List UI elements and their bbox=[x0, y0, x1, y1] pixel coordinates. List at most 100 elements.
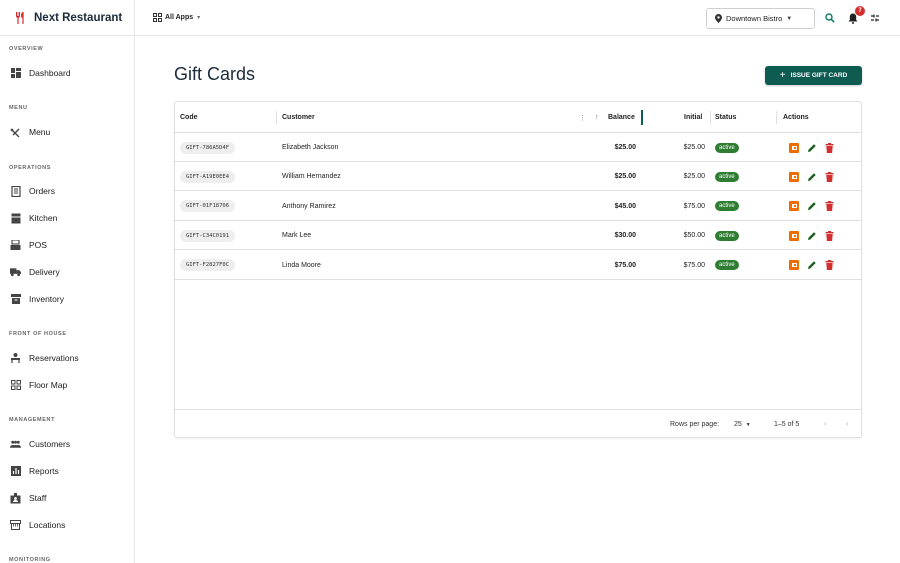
pos-icon bbox=[10, 240, 21, 251]
redeem-card-icon bbox=[788, 230, 799, 241]
actions-cell bbox=[788, 192, 835, 221]
search-button[interactable] bbox=[823, 11, 837, 25]
sidebar-item-locations[interactable]: Locations bbox=[0, 515, 134, 535]
caret-down-icon: ▼ bbox=[786, 15, 793, 22]
edit-button[interactable] bbox=[806, 260, 817, 271]
code-cell: GIFT-F2827F0C bbox=[180, 251, 236, 280]
gift-code-chip: GIFT-C34C0191 bbox=[180, 229, 236, 242]
status-cell: active bbox=[715, 162, 739, 191]
sidebar-item-reports[interactable]: Reports bbox=[0, 461, 134, 481]
sidebar-item-pos[interactable]: POS bbox=[0, 235, 134, 255]
table-row[interactable]: GIFT-C34C0191 Mark Lee $30.00 $50.00 active bbox=[175, 221, 861, 251]
column-separator[interactable] bbox=[710, 111, 711, 124]
section-monitoring: MONITORING bbox=[9, 557, 51, 563]
sidebar-item-label: Locations bbox=[29, 520, 66, 530]
table-row[interactable]: GIFT-01F18706 Anthony Ramirez $45.00 $75.00… bbox=[175, 192, 861, 221]
column-separator[interactable] bbox=[776, 111, 777, 124]
sidebar-item-label: Menu bbox=[29, 127, 51, 137]
dashboard-icon bbox=[10, 68, 21, 79]
sidebar-item-orders[interactable]: Orders bbox=[0, 181, 134, 201]
fork-knife-icon bbox=[14, 11, 28, 25]
status-cell: active bbox=[715, 221, 739, 250]
customer-cell: William Hernandez bbox=[282, 173, 341, 181]
gift-code-chip: GIFT-A19E0EE4 bbox=[180, 170, 236, 183]
issue-gift-card-label: ISSUE GIFT CARD bbox=[790, 72, 848, 79]
initial-cell: $50.00 bbox=[683, 232, 705, 240]
sidebar-item-reservations[interactable]: Reservations bbox=[0, 348, 134, 368]
reservation-icon bbox=[10, 353, 21, 364]
sidebar-item-label: Orders bbox=[29, 186, 55, 196]
trash-icon bbox=[825, 260, 834, 271]
column-menu-icon[interactable]: ⋮ bbox=[579, 102, 586, 133]
sidebar-item-label: Reservations bbox=[29, 353, 79, 363]
brand[interactable]: Next Restaurant bbox=[0, 0, 134, 36]
truck-icon bbox=[10, 267, 21, 278]
pencil-icon bbox=[807, 201, 817, 211]
column-header-customer[interactable]: Customer bbox=[282, 102, 315, 133]
column-header-initial[interactable]: Initial bbox=[684, 102, 702, 133]
notifications-button[interactable]: 7 bbox=[846, 6, 865, 25]
edit-button[interactable] bbox=[806, 171, 817, 182]
location-select[interactable]: Downtown Bistro ▼ bbox=[706, 8, 815, 29]
redeem-card-icon bbox=[788, 171, 799, 182]
delete-button[interactable] bbox=[824, 230, 835, 241]
sidebar-item-dashboard[interactable]: Dashboard bbox=[0, 63, 134, 83]
redeem-button[interactable] bbox=[788, 171, 799, 182]
actions-cell bbox=[788, 221, 835, 250]
delete-button[interactable] bbox=[824, 142, 835, 153]
status-cell: active bbox=[715, 133, 739, 162]
table-row[interactable]: GIFT-F2827F0C Linda Moore $75.00 $75.00 acti… bbox=[175, 251, 861, 280]
initial-cell: $75.00 bbox=[683, 261, 705, 269]
gift-code-chip: GIFT-F2827F0C bbox=[180, 259, 236, 272]
column-header-code[interactable]: Code bbox=[180, 102, 198, 133]
edit-button[interactable] bbox=[806, 201, 817, 212]
search-icon bbox=[825, 13, 835, 23]
delete-button[interactable] bbox=[824, 260, 835, 271]
redeem-button[interactable] bbox=[788, 230, 799, 241]
edit-button[interactable] bbox=[806, 230, 817, 241]
balance-cell: $25.00 bbox=[614, 144, 636, 151]
location-pin-icon bbox=[715, 14, 722, 23]
settings-button[interactable] bbox=[868, 11, 882, 25]
all-apps-button[interactable]: All Apps ▾ bbox=[153, 13, 200, 22]
delete-button[interactable] bbox=[824, 201, 835, 212]
sidebar-item-label: Dashboard bbox=[29, 68, 71, 78]
balance-cell: $25.00 bbox=[614, 173, 636, 181]
redeem-button[interactable] bbox=[788, 142, 799, 153]
brand-name: Next Restaurant bbox=[34, 11, 123, 24]
sidebar-item-delivery[interactable]: Delivery bbox=[0, 262, 134, 282]
sidebar-item-kitchen[interactable]: Kitchen bbox=[0, 208, 134, 228]
sidebar-item-label: Reports bbox=[29, 466, 59, 476]
sidebar-item-staff[interactable]: Staff bbox=[0, 488, 134, 508]
delete-button[interactable] bbox=[824, 171, 835, 182]
redeem-button[interactable] bbox=[788, 201, 799, 212]
floor-map-icon bbox=[10, 380, 21, 391]
initial-cell: $25.00 bbox=[683, 173, 705, 181]
column-resize-handle[interactable] bbox=[641, 110, 643, 125]
table-row[interactable]: GIFT-786A5D4F Elizabeth Jackson $25.00 $25.… bbox=[175, 133, 861, 162]
previous-page-button[interactable]: ‹ bbox=[824, 410, 826, 439]
rows-per-page-select[interactable]: 25 ▼ bbox=[734, 410, 751, 439]
edit-button[interactable] bbox=[806, 142, 817, 153]
redeem-card-icon bbox=[788, 142, 799, 153]
redeem-button[interactable] bbox=[788, 260, 799, 271]
customer-cell: Anthony Ramirez bbox=[282, 202, 336, 210]
notification-badge: 7 bbox=[855, 6, 865, 16]
chart-icon bbox=[10, 466, 21, 477]
utensils-icon bbox=[10, 127, 21, 138]
apps-grid-icon bbox=[153, 13, 162, 22]
sidebar-item-customers[interactable]: Customers bbox=[0, 434, 134, 454]
sort-arrow-up-icon[interactable]: ↑ bbox=[595, 102, 599, 133]
table-row[interactable]: GIFT-A19E0EE4 William Hernandez $25.00 $25.… bbox=[175, 162, 861, 192]
column-header-balance[interactable]: Balance bbox=[608, 102, 635, 133]
status-badge: active bbox=[715, 230, 739, 241]
section-management: MANAGEMENT bbox=[9, 417, 56, 423]
column-header-status[interactable]: Status bbox=[715, 102, 736, 133]
column-separator[interactable] bbox=[276, 111, 277, 124]
next-page-button[interactable]: › bbox=[846, 410, 848, 439]
sidebar-item-label: POS bbox=[29, 240, 47, 250]
sidebar-item-menu[interactable]: Menu bbox=[0, 122, 134, 142]
issue-gift-card-button[interactable]: + ISSUE GIFT CARD bbox=[765, 66, 862, 85]
sidebar-item-inventory[interactable]: Inventory bbox=[0, 289, 134, 309]
sidebar-item-floor-map[interactable]: Floor Map bbox=[0, 375, 134, 395]
